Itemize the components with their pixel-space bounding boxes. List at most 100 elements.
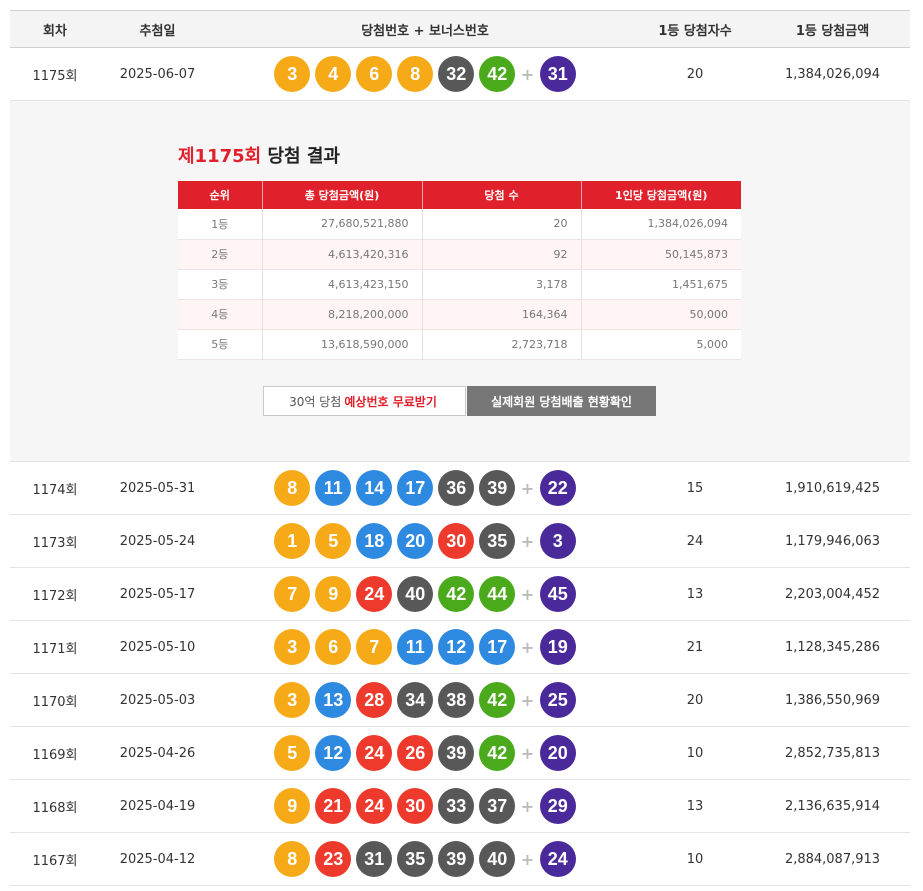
draw-numbers: 3 13 28 34 38 42 +25 (215, 682, 635, 718)
number-ball: 21 (315, 788, 352, 824)
draw-numbers: 1 5 18 20 30 35 +3 (215, 523, 635, 559)
number-ball: 9 (274, 788, 311, 824)
draw-row[interactable]: 1170회 2025-05-03 3 13 28 34 38 42 +25 20 1,386… (10, 674, 910, 727)
draw-prize: 1,128,345,286 (784, 639, 881, 655)
prize-row: 4등 8,218,200,000 164,364 50,000 (178, 299, 741, 330)
draw-prize: 2,852,735,813 (784, 745, 881, 761)
number-ball: 42 (479, 682, 516, 718)
draw-round: 1168회 (32, 800, 78, 816)
prize-per-person: 1,384,026,094 (581, 209, 741, 240)
prize-col-rank: 순위 (178, 181, 263, 209)
prize-count: 20 (422, 209, 582, 240)
header-prize: 1등 당첨금액 (795, 23, 870, 39)
draw-date: 2025-04-19 (119, 798, 196, 814)
draw-row[interactable]: 1174회 2025-05-31 8 11 14 17 36 39 +22 15 1,910… (10, 462, 910, 515)
prize-per-person: 50,000 (581, 299, 741, 330)
draw-round: 1175회 (32, 68, 78, 84)
detail-title-text: 당첨 결과 (261, 146, 340, 167)
bonus-ball: 20 (539, 735, 576, 771)
number-ball: 5 (315, 523, 352, 559)
draw-numbers: 5 12 24 26 39 42 +20 (215, 735, 635, 771)
bonus-ball: 25 (539, 682, 576, 718)
number-ball: 1 (274, 523, 311, 559)
draw-row[interactable]: 1175회 2025-06-07 3 4 6 8 32 42 +31 20 1,384,02… (10, 48, 910, 101)
draw-numbers: 3 4 6 8 32 42 +31 (215, 56, 635, 92)
winner-status-button[interactable]: 실제회원 당첨배출 현황확인 (467, 386, 656, 416)
prize-total: 8,218,200,000 (262, 299, 423, 330)
number-ball: 12 (438, 629, 475, 665)
header-date: 추첨일 (139, 23, 176, 39)
draw-numbers: 8 23 31 35 39 40 +24 (215, 841, 635, 877)
prize-table-body: 1등 27,680,521,880 20 1,384,026,094 2등 4,613,4… (178, 209, 741, 360)
free-numbers-button[interactable]: 30억 당첨 예상번호 무료받기 (263, 386, 466, 416)
prize-row: 5등 13,618,590,000 2,723,718 5,000 (178, 329, 741, 360)
number-ball: 44 (479, 576, 516, 612)
draw-date: 2025-05-10 (119, 639, 196, 655)
draw-row[interactable]: 1171회 2025-05-10 3 6 7 11 12 17 +19 21 1,128,3… (10, 621, 910, 674)
draw-row[interactable]: 1172회 2025-05-17 7 9 24 40 42 44 +45 13 2,203,… (10, 568, 910, 621)
prize-rank: 5등 (178, 329, 263, 360)
number-ball: 14 (356, 470, 393, 506)
number-ball: 8 (274, 841, 311, 877)
number-ball: 11 (315, 470, 352, 506)
draw-row[interactable]: 1167회 2025-04-12 8 23 31 35 39 40 +24 10 2,884… (10, 833, 910, 886)
number-ball: 42 (479, 735, 516, 771)
number-ball: 37 (479, 788, 516, 824)
number-ball: 6 (356, 56, 393, 92)
plus-icon: + (520, 690, 535, 710)
draw-round: 1173회 (32, 535, 78, 551)
draw-prize: 1,179,946,063 (784, 533, 881, 549)
number-ball: 30 (438, 523, 475, 559)
prize-per-person: 1,451,675 (581, 269, 741, 300)
draw-prize: 2,884,087,913 (784, 851, 881, 867)
draw-date: 2025-04-26 (119, 745, 196, 761)
free-numbers-button-prefix: 30억 당첨 (289, 394, 342, 409)
plus-icon: + (520, 637, 535, 657)
plus-icon: + (520, 743, 535, 763)
draw-date: 2025-05-03 (119, 692, 196, 708)
draw-date: 2025-05-17 (119, 586, 196, 602)
number-ball: 24 (356, 576, 393, 612)
number-ball: 5 (274, 735, 311, 771)
draw-prize: 1,910,619,425 (784, 480, 881, 496)
number-ball: 34 (397, 682, 434, 718)
detail-title-round: 제1175회 (178, 146, 262, 167)
number-ball: 36 (438, 470, 475, 506)
prize-row: 1등 27,680,521,880 20 1,384,026,094 (178, 209, 741, 240)
number-ball: 35 (397, 841, 434, 877)
number-ball: 3 (274, 682, 311, 718)
draw-round: 1169회 (32, 747, 78, 763)
number-ball: 13 (315, 682, 352, 718)
draw-winners: 13 (686, 798, 704, 814)
draw-row[interactable]: 1169회 2025-04-26 5 12 24 26 39 42 +20 10 2,852… (10, 727, 910, 780)
number-ball: 24 (356, 788, 393, 824)
draw-round: 1167회 (32, 853, 78, 869)
number-ball: 18 (356, 523, 393, 559)
prize-count: 2,723,718 (422, 329, 582, 360)
draw-round: 1170회 (32, 694, 78, 710)
number-ball: 12 (315, 735, 352, 771)
number-ball: 8 (397, 56, 434, 92)
number-ball: 4 (315, 56, 352, 92)
bonus-ball: 22 (539, 470, 576, 506)
number-ball: 17 (479, 629, 516, 665)
number-ball: 6 (315, 629, 352, 665)
draw-winners: 10 (686, 851, 704, 867)
number-ball: 31 (356, 841, 393, 877)
bonus-ball: 29 (539, 788, 576, 824)
number-ball: 39 (438, 735, 475, 771)
number-ball: 33 (438, 788, 475, 824)
draw-round: 1174회 (32, 482, 78, 498)
prize-col-count: 당첨 수 (422, 181, 582, 209)
plus-icon: + (520, 849, 535, 869)
plus-icon: + (520, 584, 535, 604)
draw-row[interactable]: 1168회 2025-04-19 9 21 24 30 33 37 +29 13 2,136… (10, 780, 910, 833)
draw-numbers: 8 11 14 17 36 39 +22 (215, 470, 635, 506)
draw-numbers: 3 6 7 11 12 17 +19 (215, 629, 635, 665)
prize-rank: 3등 (178, 269, 263, 300)
draw-row[interactable]: 1173회 2025-05-24 1 5 18 20 30 35 +3 24 1,179,9… (10, 515, 910, 568)
number-ball: 7 (356, 629, 393, 665)
draw-date: 2025-04-12 (119, 851, 196, 867)
plus-icon: + (520, 796, 535, 816)
prize-rank: 4등 (178, 299, 263, 330)
